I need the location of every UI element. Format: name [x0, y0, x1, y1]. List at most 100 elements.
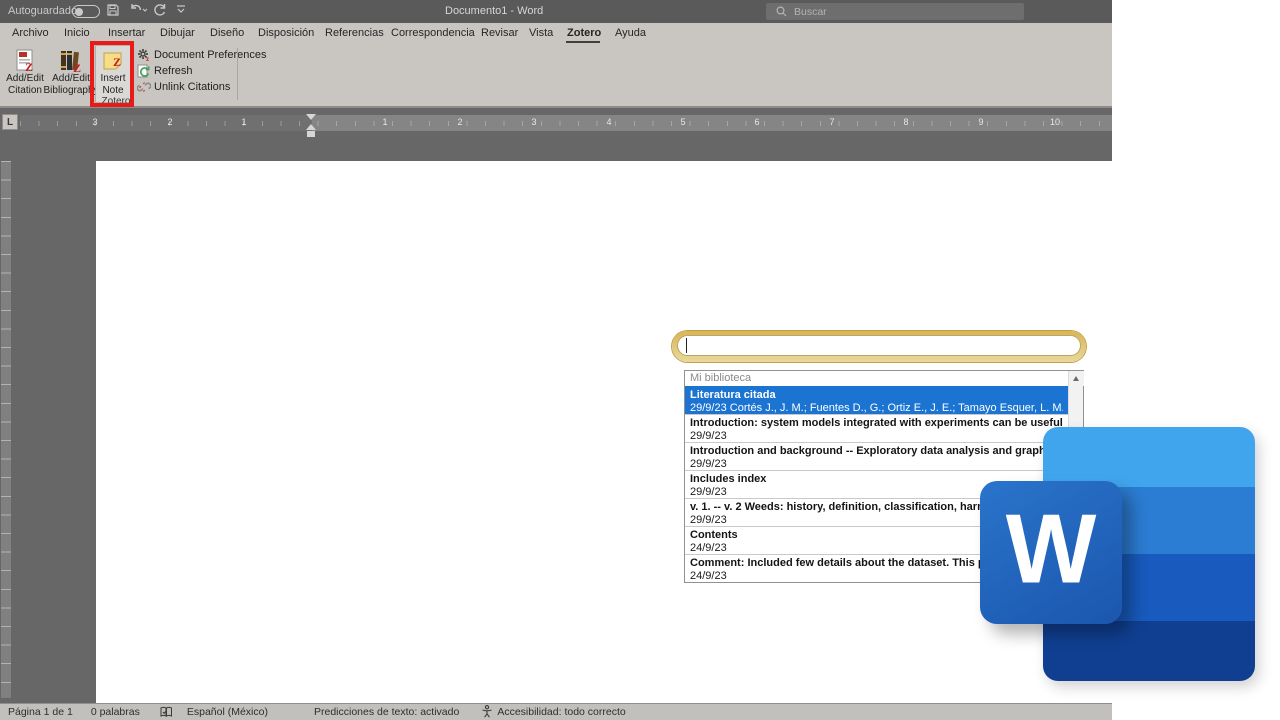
accessibility-status[interactable]: Accesibilidad: todo correcto [497, 706, 625, 718]
tab-dibujar[interactable]: Dibujar [156, 23, 198, 44]
qat-menu-icon [176, 3, 186, 15]
autosave-label: Autoguardado [8, 5, 77, 17]
tab-archivo[interactable]: Archivo [8, 23, 54, 44]
page-indicator[interactable]: Página 1 de 1 [8, 706, 73, 718]
ribbon: Z Add/Edit Citation Z Add/Edit Bibliogra… [0, 44, 1112, 108]
tab-disposicion[interactable]: Disposición [254, 23, 314, 44]
word-count[interactable]: 0 palabras [91, 706, 140, 718]
accessibility-icon[interactable] [481, 705, 493, 719]
titlebar-search[interactable] [766, 3, 1024, 20]
hanging-indent-marker[interactable] [306, 124, 316, 130]
undo-icon [128, 3, 148, 17]
ruler-number: 1 [241, 117, 246, 127]
list-item[interactable]: v. 1. -- v. 2 Weeds: history, definition… [685, 498, 1068, 526]
word-window: Autoguardado Documento1 - Word Archivo I… [0, 0, 1112, 720]
ruler-number: 6 [754, 117, 759, 127]
list-item[interactable]: Contents 24/9/23 [685, 526, 1068, 554]
ruler-number: 2 [457, 117, 462, 127]
save-icon [106, 3, 120, 17]
tab-correspondencia[interactable]: Correspondencia [387, 23, 469, 44]
titlebar: Autoguardado Documento1 - Word [0, 0, 1112, 23]
ruler-ticks [20, 115, 1112, 131]
ruler-number: 5 [680, 117, 685, 127]
tab-diseno[interactable]: Diseño [206, 23, 248, 44]
list-item[interactable]: Introduction: system models integrated w… [685, 414, 1068, 442]
svg-text:Z: Z [73, 61, 81, 73]
first-line-indent-marker[interactable] [306, 114, 316, 120]
tab-zotero[interactable]: Zotero [563, 23, 603, 44]
group-divider [237, 48, 238, 100]
text-cursor [686, 338, 687, 353]
ruler-number: 1 [382, 117, 387, 127]
refresh-icon [136, 64, 151, 78]
text-predictions[interactable]: Predicciones de texto: activado [314, 706, 459, 718]
button-label: Citation [8, 85, 42, 97]
list-item[interactable]: Comment: Included few details about the … [685, 554, 1068, 582]
ruler-zone: L 3 2 1 1 2 3 4 5 6 7 8 9 10 [0, 108, 1112, 138]
svg-text:Z: Z [25, 60, 33, 73]
item-title: Literatura citada [690, 388, 1063, 402]
zotero-results-list: Mi biblioteca Literatura citada 29/9/23 … [684, 370, 1084, 583]
button-label: Add/Edit [6, 73, 44, 85]
ruler-number: 2 [167, 117, 172, 127]
ribbon-tabs: Archivo Inicio Insertar Dibujar Diseño D… [0, 23, 1112, 44]
refresh-button[interactable]: Refresh [136, 63, 267, 79]
zotero-citation-input[interactable] [677, 335, 1081, 356]
ruler-number: 3 [531, 117, 536, 127]
item-subtitle: 29/9/23 [690, 486, 1063, 498]
bibliography-icon: Z [59, 47, 83, 73]
vertical-ruler [1, 161, 11, 698]
item-subtitle: 29/9/23 [690, 514, 1063, 526]
document-preferences-button[interactable]: z Document Preferences [136, 47, 267, 63]
list-item[interactable]: Introduction and background -- Explorato… [685, 442, 1068, 470]
window-title: Documento1 - Word [445, 5, 705, 17]
scrollbar[interactable] [1068, 371, 1083, 582]
svg-text:z: z [146, 55, 149, 62]
add-edit-bibliography-button[interactable]: Z Add/Edit Bibliography [48, 47, 94, 103]
tab-vista[interactable]: Vista [525, 23, 555, 44]
tab-referencias[interactable]: Referencias [321, 23, 381, 44]
search-input[interactable] [794, 6, 994, 18]
horizontal-ruler: 3 2 1 1 2 3 4 5 6 7 8 9 10 [20, 115, 1112, 131]
add-edit-citation-button[interactable]: Z Add/Edit Citation [2, 47, 48, 103]
language-indicator[interactable]: Español (México) [187, 706, 268, 718]
item-subtitle: 24/9/23 [690, 570, 1063, 582]
ruler-number: 10 [1050, 117, 1060, 127]
item-title: Includes index [690, 472, 1063, 486]
left-indent-marker[interactable] [307, 131, 315, 137]
item-title: Introduction and background -- Explorato… [690, 444, 1063, 458]
tab-ayuda[interactable]: Ayuda [611, 23, 647, 44]
proofing-icon[interactable] [160, 706, 173, 719]
unlink-icon [136, 80, 151, 94]
unlink-citations-button[interactable]: Unlink Citations [136, 79, 267, 95]
qat-menu-button[interactable] [176, 3, 186, 15]
ruler-number: 8 [903, 117, 908, 127]
status-bar: Página 1 de 1 0 palabras Español (México… [0, 703, 1112, 720]
item-title: Introduction: system models integrated w… [690, 416, 1063, 430]
item-subtitle: 29/9/23 [690, 430, 1063, 442]
tab-revisar[interactable]: Revisar [477, 23, 519, 44]
item-title: Contents [690, 528, 1063, 542]
citation-icon: Z [14, 47, 36, 73]
tab-selector-box[interactable]: L [2, 114, 18, 130]
item-subtitle: 29/9/23 Cortés J., J. M.; Fuentes D., G.… [690, 402, 1063, 414]
redo-button[interactable] [153, 3, 167, 17]
button-label: Add/Edit [52, 73, 90, 85]
list-item[interactable]: Literatura citada 29/9/23 Cortés J., J. … [685, 386, 1068, 414]
item-title: v. 1. -- v. 2 Weeds: history, definition… [690, 500, 1063, 514]
autosave-toggle[interactable] [72, 5, 100, 18]
ruler-number: 9 [978, 117, 983, 127]
undo-button[interactable] [128, 3, 148, 17]
button-label: Unlink Citations [154, 81, 230, 93]
list-item[interactable]: Includes index 29/9/23 [685, 470, 1068, 498]
search-icon [776, 6, 787, 17]
library-header: Mi biblioteca [685, 371, 1083, 386]
toggle-knob-icon [75, 8, 83, 16]
item-title: Comment: Included few details about the … [690, 556, 1063, 570]
button-label: Document Preferences [154, 49, 267, 61]
scrollbar-up-icon[interactable] [1069, 371, 1084, 386]
ruler-number: 7 [829, 117, 834, 127]
button-label: Refresh [154, 65, 193, 77]
save-button[interactable] [106, 3, 120, 17]
zotero-citation-bar[interactable] [672, 331, 1086, 362]
